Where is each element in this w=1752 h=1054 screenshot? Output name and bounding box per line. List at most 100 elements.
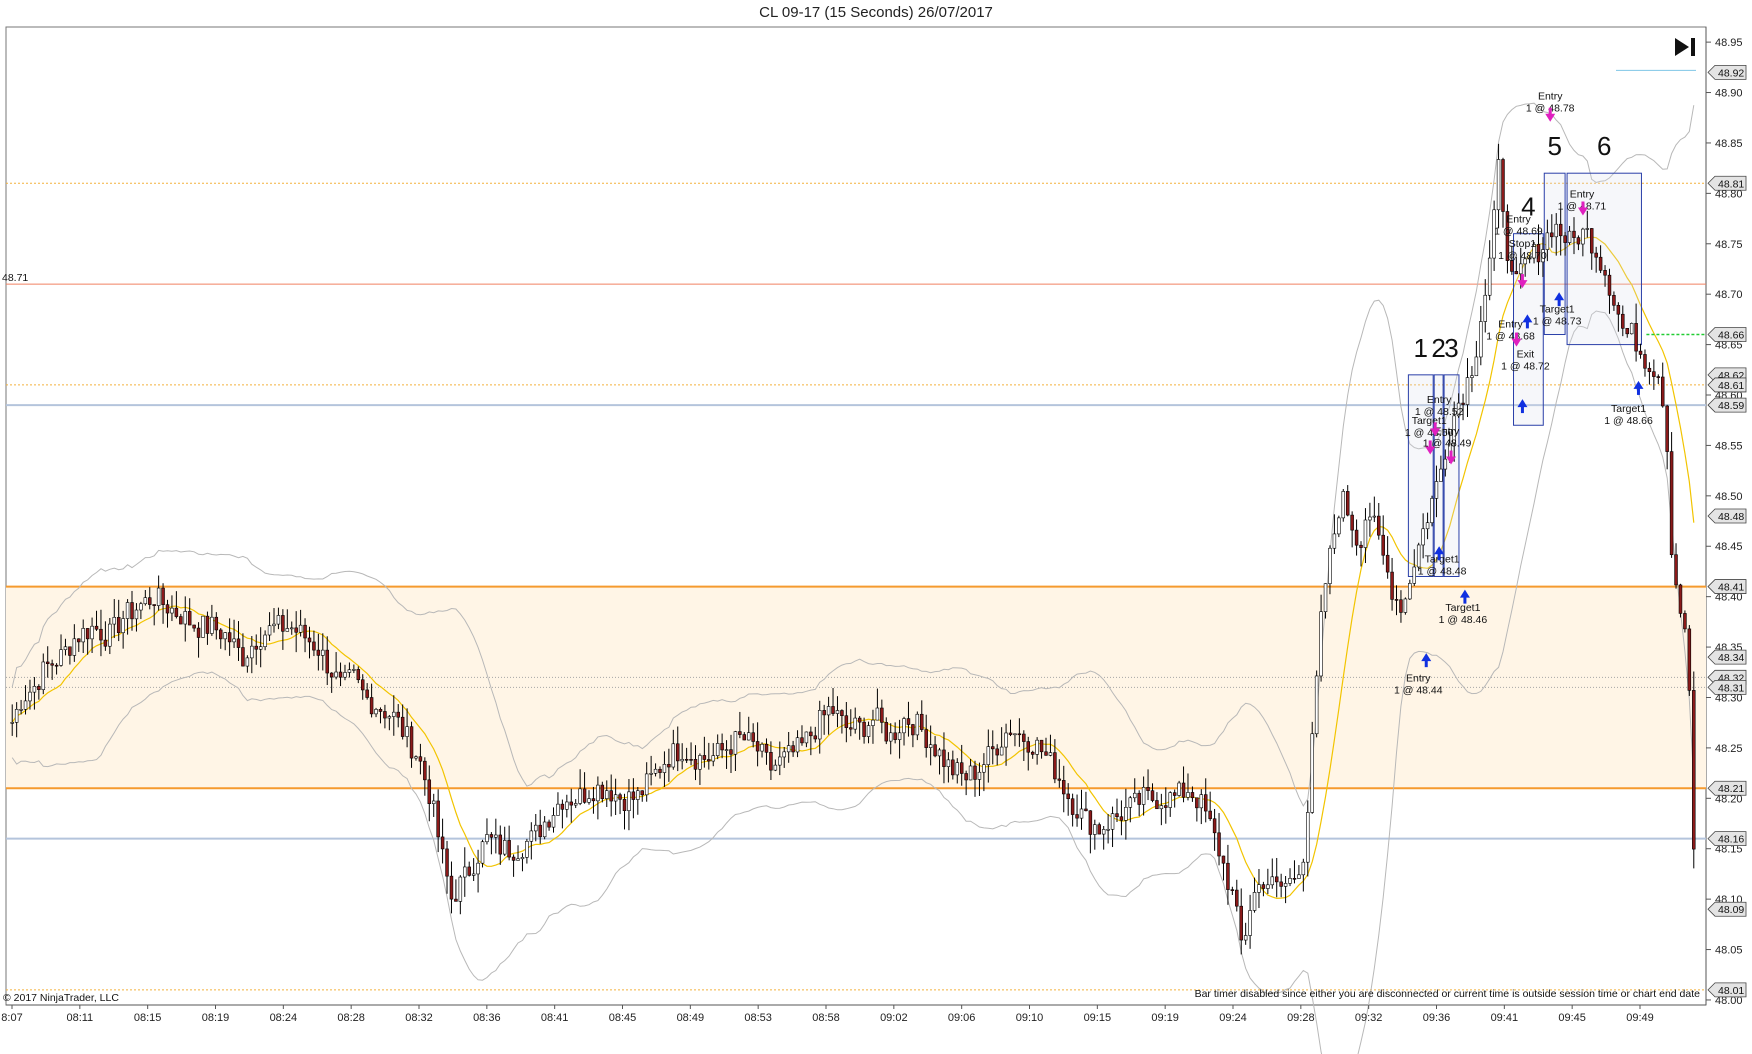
candle[interactable]	[804, 731, 809, 744]
candle[interactable]	[999, 746, 1004, 756]
candle[interactable]	[449, 875, 454, 900]
candle[interactable]	[258, 646, 263, 650]
candle[interactable]	[982, 764, 986, 773]
candle[interactable]	[1274, 876, 1279, 883]
candle[interactable]	[1030, 751, 1035, 755]
candle[interactable]	[241, 647, 245, 667]
candle[interactable]	[250, 645, 254, 659]
candle[interactable]	[272, 623, 276, 627]
candle[interactable]	[1057, 778, 1062, 781]
candle[interactable]	[458, 876, 463, 902]
candle[interactable]	[480, 841, 485, 864]
candle[interactable]	[1487, 257, 1492, 296]
candle[interactable]	[911, 724, 915, 736]
candle[interactable]	[1190, 792, 1195, 799]
candle[interactable]	[471, 873, 476, 876]
candle[interactable]	[85, 628, 90, 640]
candle[interactable]	[1319, 611, 1323, 677]
candle[interactable]	[436, 800, 440, 838]
candle[interactable]	[338, 671, 343, 678]
candle[interactable]	[214, 616, 219, 631]
candle[interactable]	[991, 746, 995, 750]
candle[interactable]	[1359, 544, 1363, 548]
candle[interactable]	[1283, 883, 1288, 887]
candle[interactable]	[516, 858, 520, 861]
candle[interactable]	[600, 784, 605, 799]
candle[interactable]	[1168, 792, 1172, 808]
candle[interactable]	[658, 768, 662, 773]
candle[interactable]	[1314, 675, 1319, 735]
candle[interactable]	[880, 707, 884, 723]
candle[interactable]	[334, 671, 338, 678]
candle[interactable]	[773, 764, 778, 771]
candle[interactable]	[179, 616, 183, 625]
candle[interactable]	[840, 710, 844, 717]
candle[interactable]	[360, 679, 365, 691]
candle[interactable]	[547, 821, 551, 828]
candle[interactable]	[507, 840, 511, 858]
candle[interactable]	[1669, 451, 1674, 556]
candle[interactable]	[1257, 884, 1261, 893]
candle[interactable]	[1576, 237, 1581, 245]
candle[interactable]	[352, 669, 356, 671]
candle[interactable]	[156, 587, 161, 606]
candle[interactable]	[431, 800, 436, 804]
candle[interactable]	[467, 866, 471, 876]
candle[interactable]	[680, 758, 684, 762]
candle[interactable]	[1465, 377, 1470, 405]
candle[interactable]	[1603, 270, 1607, 276]
candle[interactable]	[427, 779, 432, 804]
candle[interactable]	[165, 604, 170, 614]
candle[interactable]	[676, 743, 680, 762]
candle[interactable]	[862, 721, 866, 737]
candle[interactable]	[582, 788, 587, 803]
candle[interactable]	[307, 637, 312, 643]
candle[interactable]	[392, 711, 396, 717]
candle[interactable]	[1683, 613, 1687, 630]
candle[interactable]	[81, 628, 85, 643]
candle[interactable]	[1075, 814, 1079, 819]
candle[interactable]	[1678, 584, 1683, 614]
candle[interactable]	[1607, 274, 1612, 296]
candle[interactable]	[897, 732, 902, 740]
candle[interactable]	[1141, 786, 1146, 805]
candle[interactable]	[715, 743, 720, 756]
candle[interactable]	[1208, 810, 1212, 820]
candle[interactable]	[711, 755, 715, 762]
candle[interactable]	[476, 862, 480, 875]
candle[interactable]	[121, 618, 125, 634]
candle[interactable]	[1479, 321, 1483, 358]
candle[interactable]	[1501, 159, 1505, 212]
candle[interactable]	[1062, 780, 1066, 795]
candle[interactable]	[1660, 376, 1665, 407]
candle[interactable]	[1137, 792, 1141, 805]
candle[interactable]	[636, 790, 640, 800]
candle[interactable]	[205, 615, 210, 634]
candle[interactable]	[951, 759, 955, 776]
candle[interactable]	[187, 611, 192, 626]
candle[interactable]	[1328, 547, 1332, 584]
candle[interactable]	[866, 725, 871, 737]
candle[interactable]	[1084, 808, 1088, 812]
candle[interactable]	[565, 801, 569, 810]
candle[interactable]	[1221, 855, 1226, 864]
candle[interactable]	[1412, 566, 1417, 584]
candle[interactable]	[857, 717, 862, 723]
candle[interactable]	[649, 772, 653, 775]
candle[interactable]	[1301, 861, 1306, 876]
candle[interactable]	[1403, 598, 1408, 613]
candle[interactable]	[276, 615, 281, 625]
candle[interactable]	[942, 749, 946, 767]
candle[interactable]	[627, 791, 631, 811]
candle[interactable]	[760, 743, 764, 752]
candle[interactable]	[489, 834, 494, 838]
candle[interactable]	[605, 790, 609, 799]
candle[interactable]	[1048, 752, 1053, 756]
candle[interactable]	[148, 597, 152, 605]
candle[interactable]	[254, 645, 258, 650]
candle[interactable]	[1390, 571, 1394, 600]
candle[interactable]	[1483, 294, 1487, 322]
candle[interactable]	[707, 759, 711, 762]
candle[interactable]	[1652, 371, 1656, 377]
candle[interactable]	[223, 632, 227, 640]
